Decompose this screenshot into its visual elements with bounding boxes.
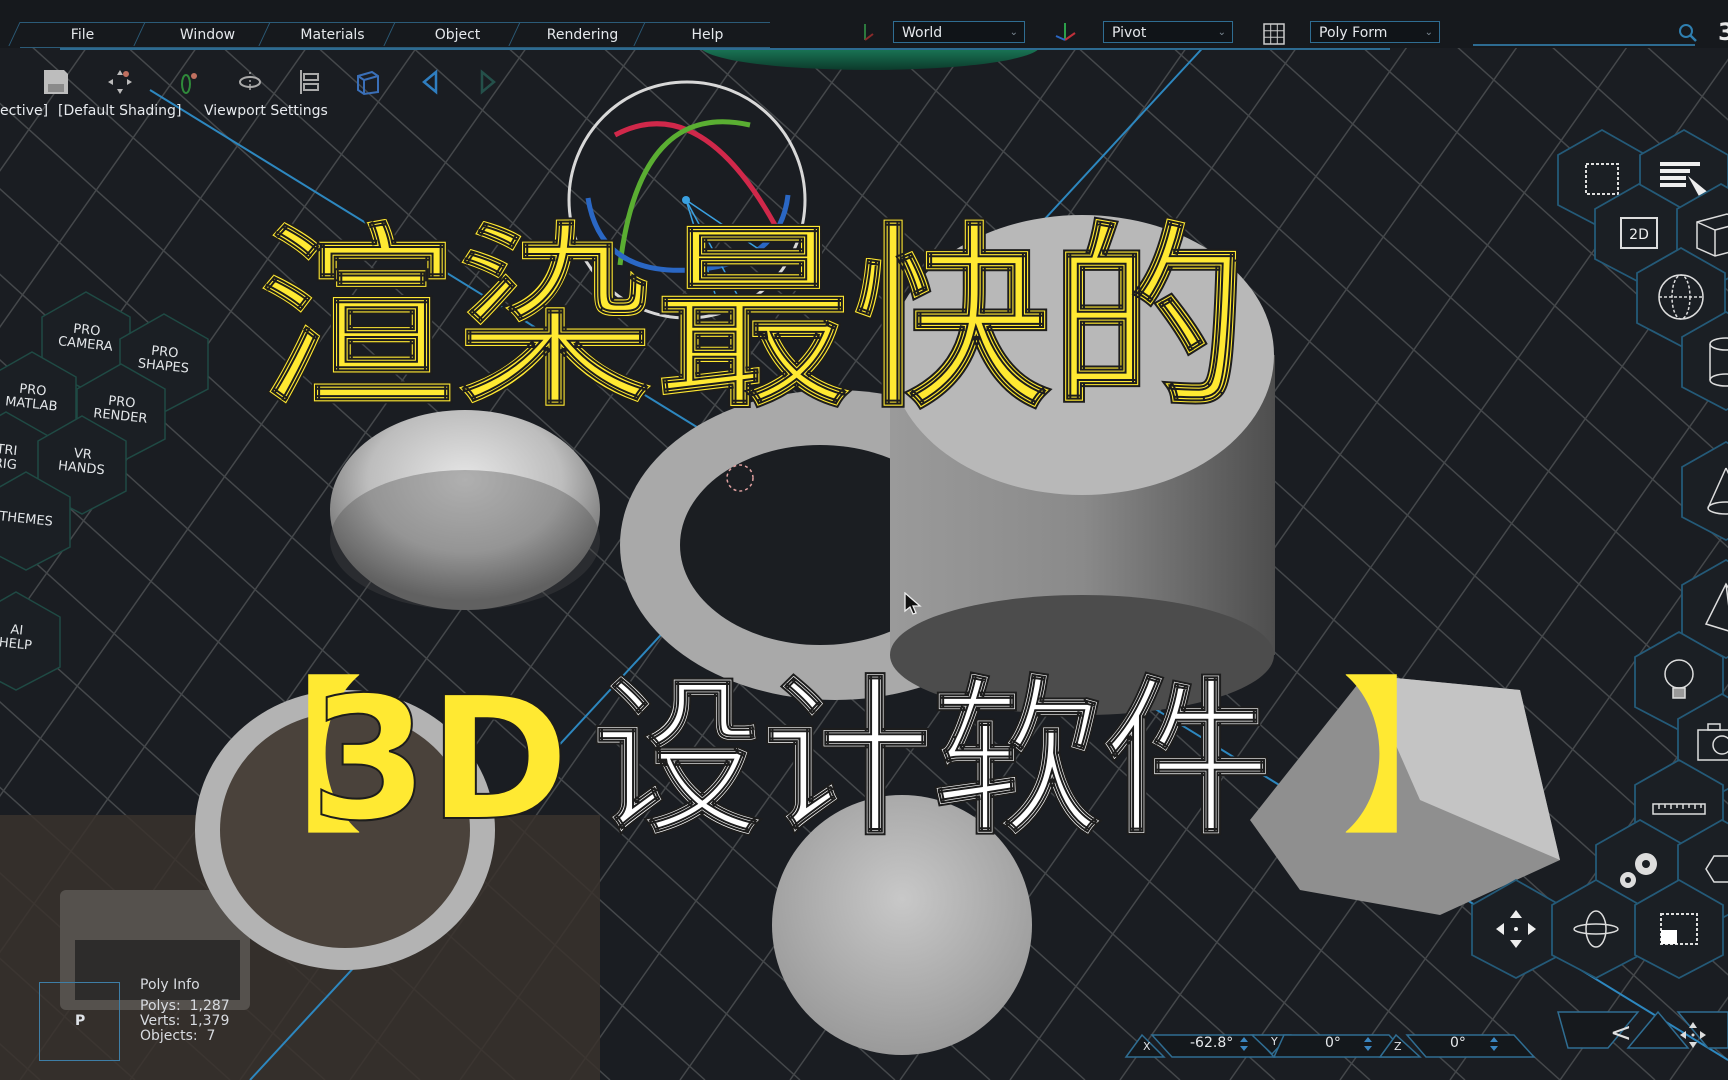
poly-info-panel: Poly Info Polys: 1,287 Verts: 1,379 Obje… bbox=[140, 978, 230, 1044]
hex-menu-themes[interactable]: THEMES bbox=[0, 470, 72, 572]
top-right-label: 3 bbox=[1718, 18, 1728, 46]
verts-value: 1,379 bbox=[189, 1013, 230, 1029]
menu-file[interactable]: File bbox=[20, 22, 145, 48]
search-icon[interactable] bbox=[1677, 22, 1699, 44]
object-badge-label: P bbox=[75, 1013, 86, 1029]
x-spinner-icon[interactable] bbox=[1240, 1037, 1248, 1051]
tool-hex-move-arrows[interactable] bbox=[1470, 878, 1562, 980]
chevron-down-icon: ⌄ bbox=[1424, 27, 1433, 38]
objects-label: Objects: bbox=[140, 1028, 198, 1044]
polys-value: 1,287 bbox=[189, 998, 230, 1014]
menu-help[interactable]: Help bbox=[645, 22, 770, 48]
grid-toggle-icon[interactable] bbox=[1262, 22, 1286, 46]
pivot-dropdown-value: Pivot bbox=[1112, 25, 1147, 41]
chevron-down-icon: ⌄ bbox=[1217, 27, 1226, 38]
3d-viewport[interactable]: File Window Materials Object Rendering H… bbox=[0, 0, 1728, 1080]
z-axis-label: Z bbox=[1394, 1040, 1402, 1053]
object-badge[interactable]: P bbox=[39, 982, 120, 1061]
polys-row: Polys: 1,287 bbox=[140, 999, 230, 1014]
next-icon[interactable] bbox=[472, 66, 504, 98]
space-dropdown-value: World bbox=[902, 25, 943, 41]
save-icon[interactable] bbox=[40, 66, 72, 98]
pan-arrows-icon[interactable] bbox=[1678, 1020, 1708, 1050]
form-dropdown[interactable]: Poly Form ⌄ bbox=[1310, 21, 1440, 43]
tool-hex-scale-box[interactable] bbox=[1633, 878, 1725, 980]
align-icon[interactable] bbox=[294, 66, 326, 98]
overlay-title-line2: 设计软件 bbox=[591, 660, 1273, 860]
overlay-bracket-close: 】 bbox=[1340, 661, 1511, 859]
verts-label: Verts: bbox=[140, 1013, 181, 1029]
search-input[interactable] bbox=[1473, 44, 1695, 46]
polys-label: Polys: bbox=[140, 998, 181, 1014]
rotation-y-field[interactable]: 0° bbox=[1325, 1035, 1341, 1051]
tool-hex-orbit[interactable] bbox=[1550, 878, 1642, 980]
objects-row: Objects: 7 bbox=[140, 1029, 230, 1044]
tool-hex-cylinder-primitive[interactable] bbox=[1680, 310, 1728, 412]
rotate-snap-icon[interactable] bbox=[174, 66, 206, 98]
hex-menu-ai-help[interactable]: AI HELP bbox=[0, 590, 62, 692]
menu-object[interactable]: Object bbox=[395, 22, 520, 48]
perspective-label[interactable]: ective] bbox=[0, 103, 48, 119]
rotation-z-field[interactable]: 0° bbox=[1450, 1035, 1466, 1051]
local-axis-icon bbox=[864, 24, 874, 41]
pivot-dropdown[interactable]: Pivot ⌄ bbox=[1103, 21, 1233, 43]
svg-text:2D: 2D bbox=[1629, 227, 1649, 243]
viewport-scene[interactable] bbox=[0, 0, 1728, 1080]
shading-label[interactable]: [Default Shading] bbox=[58, 103, 181, 119]
chevron-down-icon: ⌄ bbox=[1009, 27, 1018, 38]
space-dropdown[interactable]: World ⌄ bbox=[893, 21, 1025, 43]
rotation-x-field[interactable]: -62.8° bbox=[1190, 1035, 1233, 1051]
mouse-cursor-icon bbox=[904, 592, 922, 615]
menu-tabs: File Window Materials Object Rendering H… bbox=[20, 22, 770, 48]
overlay-3d-label: 3D bbox=[309, 660, 570, 860]
transform-icon[interactable] bbox=[104, 66, 136, 98]
x-axis-label: X bbox=[1143, 1040, 1151, 1053]
overlay-title-line1: 渲染最快的 bbox=[257, 203, 1249, 436]
pivot-axis-icon bbox=[1055, 23, 1076, 41]
y-axis-label: Y bbox=[1271, 1035, 1278, 1048]
prev-icon[interactable] bbox=[414, 66, 446, 98]
viewport-settings-label[interactable]: Viewport Settings bbox=[204, 103, 328, 119]
tool-hex-cone-primitive[interactable] bbox=[1680, 440, 1728, 542]
verts-row: Verts: 1,379 bbox=[140, 1014, 230, 1029]
menu-underline bbox=[60, 48, 1390, 50]
form-dropdown-value: Poly Form bbox=[1319, 25, 1388, 41]
menu-materials[interactable]: Materials bbox=[270, 22, 395, 48]
y-spinner-icon[interactable] bbox=[1364, 1037, 1372, 1051]
symmetry-icon[interactable] bbox=[234, 66, 266, 98]
objects-value: 7 bbox=[206, 1028, 216, 1044]
poly-info-title: Poly Info bbox=[140, 977, 200, 993]
z-spinner-icon[interactable] bbox=[1490, 1037, 1498, 1051]
back-button[interactable]: < bbox=[1610, 1018, 1632, 1048]
menu-rendering[interactable]: Rendering bbox=[520, 22, 645, 48]
cube-view-icon[interactable] bbox=[352, 66, 384, 98]
menu-bar: File Window Materials Object Rendering H… bbox=[0, 0, 1728, 50]
menu-window[interactable]: Window bbox=[145, 22, 270, 48]
